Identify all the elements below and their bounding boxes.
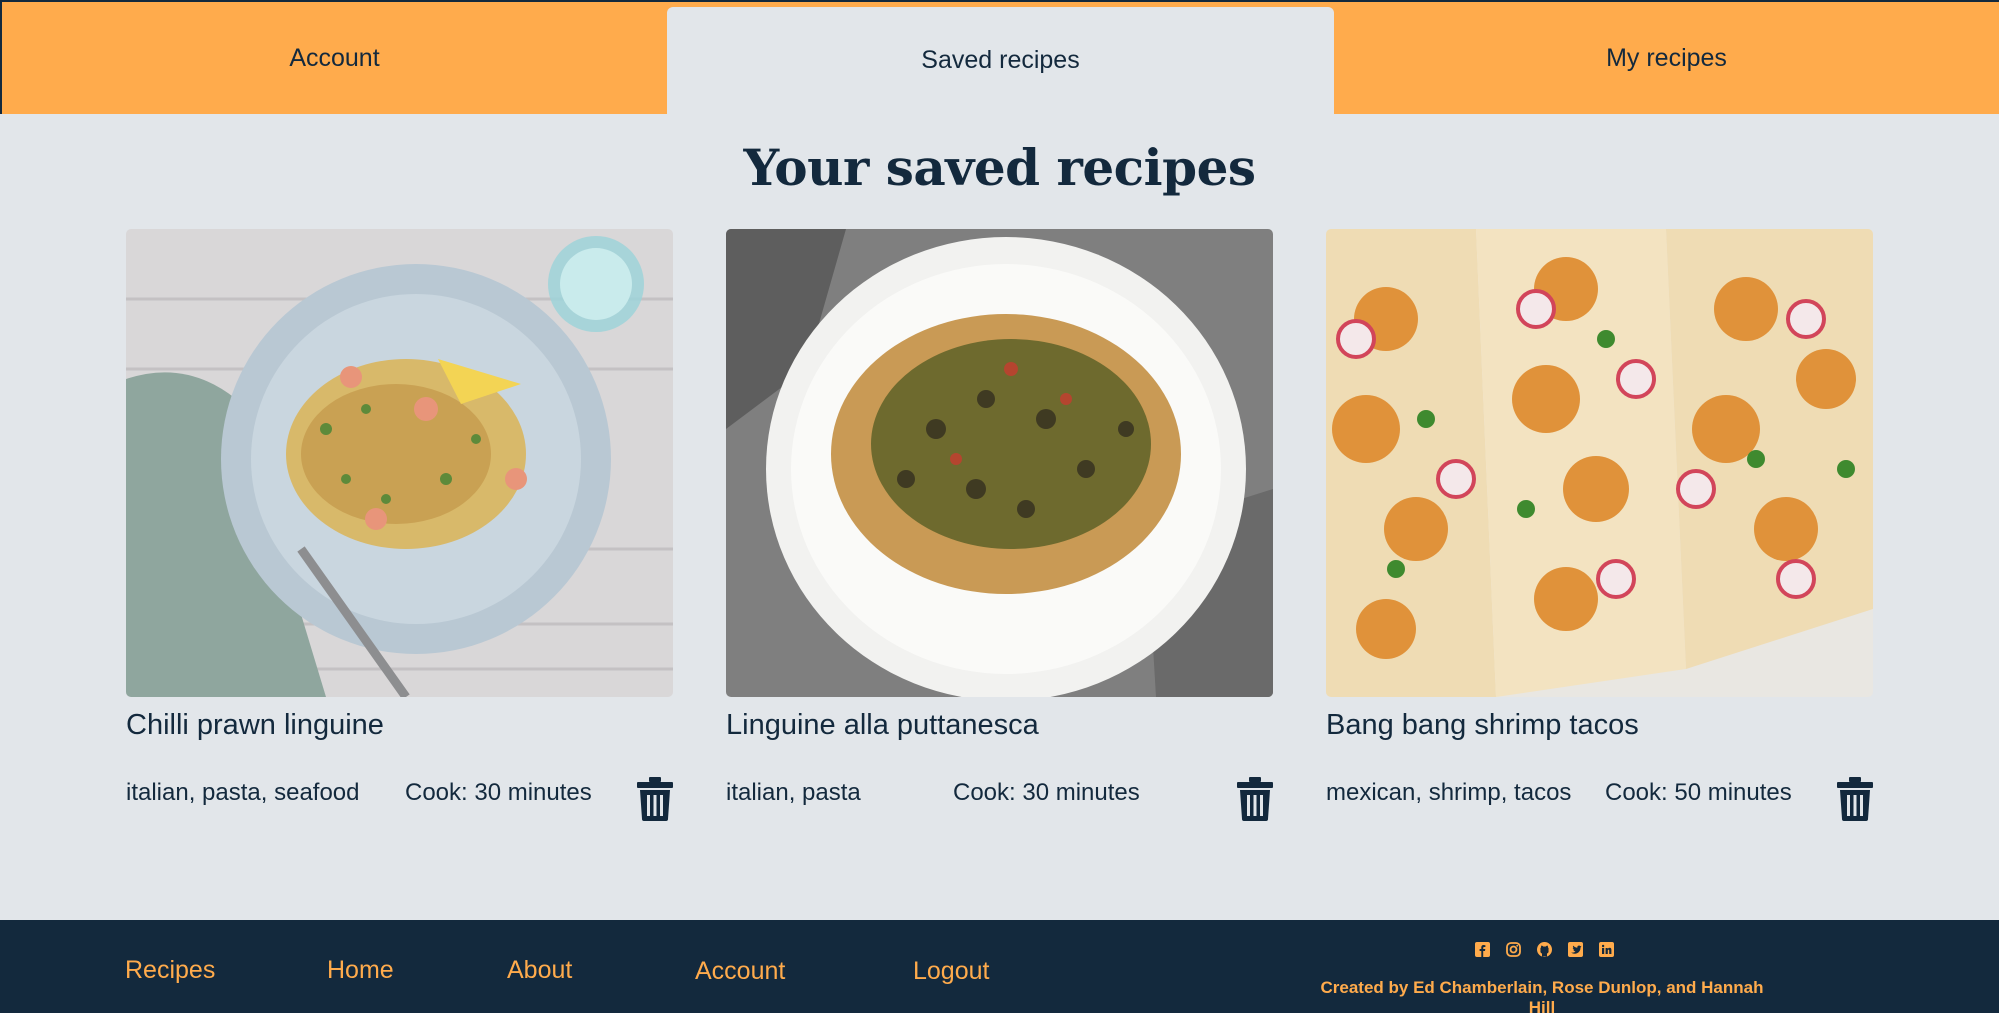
footer-link-account[interactable]: Account [695,957,785,986]
recipe-title[interactable]: Bang bang shrimp tacos [1326,705,1873,745]
footer-link-recipes[interactable]: Recipes [125,956,215,985]
trash-icon[interactable] [1237,777,1273,821]
tab-saved-recipes[interactable]: Saved recipes [667,7,1334,114]
recipe-meta: italian, pasta, seafood Cook: 30 minutes [126,765,673,821]
recipe-image-chilli-prawn-linguine[interactable] [126,229,673,697]
facebook-icon[interactable] [1475,942,1490,957]
page-title: Your saved recipes [743,138,1256,197]
recipe-tags: italian, pasta [726,779,861,806]
recipe-tags: italian, pasta, seafood [126,779,360,806]
tab-account[interactable]: Account [2,2,667,114]
recipe-title[interactable]: Linguine alla puttanesca [726,705,1273,745]
trash-icon[interactable] [1837,777,1873,821]
recipe-tags: mexican, shrimp, tacos [1326,779,1572,806]
tab-bar: Account Saved recipes My recipes [0,0,1999,114]
trash-icon[interactable] [637,777,673,821]
recipe-card: Linguine alla puttanesca italian, pasta … [726,229,1273,821]
recipe-image-linguine-alla-puttanesca[interactable] [726,229,1273,697]
footer-credits: Created by Ed Chamberlain, Rose Dunlop, … [1320,978,1764,1013]
recipe-meta: mexican, shrimp, tacos Cook: 50 minutes [1326,765,1873,821]
instagram-icon[interactable] [1506,942,1521,957]
recipe-cook-time: Cook: 50 minutes [1605,779,1792,806]
recipe-title[interactable]: Chilli prawn linguine [126,705,673,745]
recipe-image-bang-bang-shrimp-tacos[interactable] [1326,229,1873,697]
linkedin-icon[interactable] [1599,942,1614,957]
footer-link-about[interactable]: About [507,956,572,985]
social-links [1475,942,1614,957]
recipe-card: Chilli prawn linguine italian, pasta, se… [126,229,673,821]
footer-link-home[interactable]: Home [327,956,394,985]
recipe-cook-time: Cook: 30 minutes [953,779,1140,806]
recipe-cook-time: Cook: 30 minutes [405,779,592,806]
recipe-card: Bang bang shrimp tacos mexican, shrimp, … [1326,229,1873,821]
twitter-icon[interactable] [1568,942,1583,957]
footer-link-logout[interactable]: Logout [913,957,989,986]
footer: Recipes Home About Account Logout Create… [0,920,1999,1013]
recipe-meta: italian, pasta Cook: 30 minutes [726,765,1273,821]
tab-my-recipes[interactable]: My recipes [1334,2,1999,114]
github-icon[interactable] [1537,942,1552,957]
